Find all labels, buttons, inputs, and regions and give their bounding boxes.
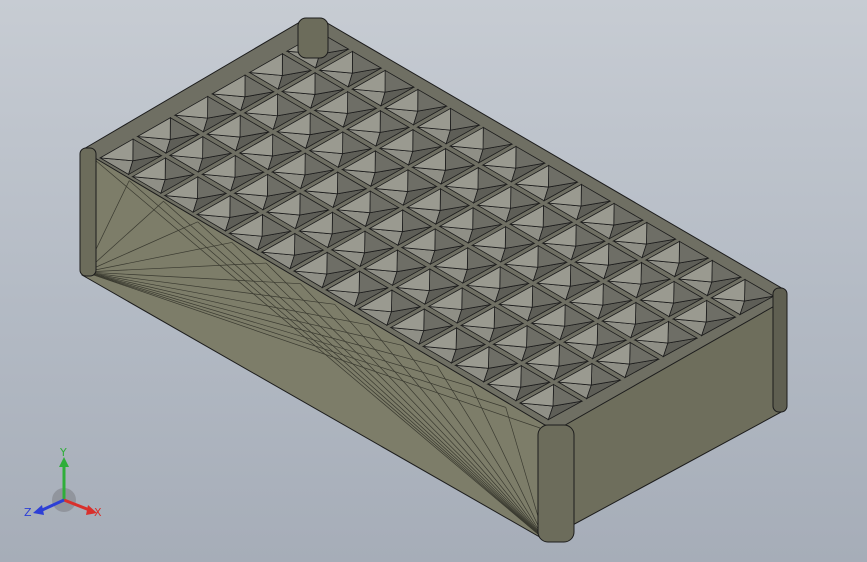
corner-post-front <box>537 424 575 543</box>
tray-model[interactable] <box>79 17 788 543</box>
z-axis-label: Z <box>24 506 32 519</box>
view-orientation-triad[interactable]: Y X Z <box>22 445 112 525</box>
y-axis-label: Y <box>59 446 67 459</box>
x-axis-label: X <box>94 506 102 519</box>
z-axis-arrow-icon <box>33 505 44 515</box>
corner-post-left <box>79 147 97 277</box>
corner-post-right <box>772 287 788 413</box>
graphics-viewport[interactable] <box>0 0 867 562</box>
corner-post-back <box>297 17 329 59</box>
